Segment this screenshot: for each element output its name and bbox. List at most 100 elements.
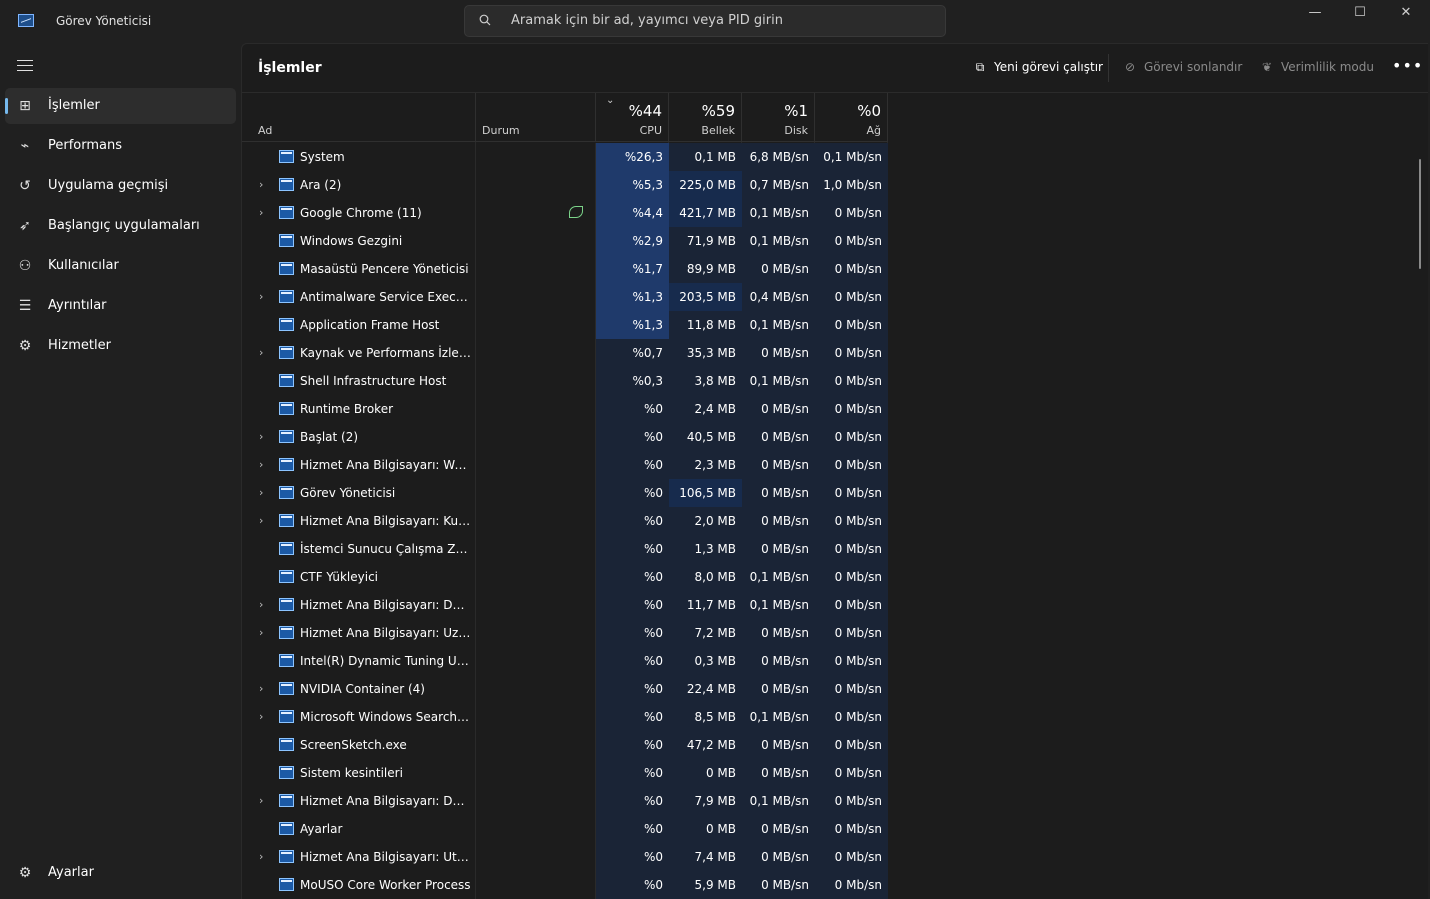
more-options-button[interactable]: •••: [1392, 56, 1423, 75]
column-header-status[interactable]: Durum: [476, 93, 596, 142]
maximize-button[interactable]: ☐: [1337, 0, 1383, 28]
table-row[interactable]: › Hizmet Ana Bilgisayarı: Kullanı... %02,0…: [242, 507, 888, 535]
table-row[interactable]: ScreenSketch.exe %0 47,2 MB 0 MB/sn 0 Mb/sn: [242, 731, 888, 759]
table-row[interactable]: › Ara (2) %5,3 225,0 MB 0,7 MB/sn 1,0 Mb/sn: [242, 171, 888, 199]
close-button[interactable]: ✕: [1383, 0, 1429, 28]
process-icon: [279, 290, 294, 303]
expand-chevron-icon[interactable]: ›: [259, 423, 263, 451]
expand-chevron-icon[interactable]: ›: [259, 171, 263, 199]
process-icon: [279, 626, 294, 639]
sidebar-item-processes[interactable]: ⊞ İşlemler: [5, 88, 236, 124]
column-header-disk[interactable]: %1 Disk: [742, 93, 815, 142]
network-cell: 0,1 Mb/sn: [815, 143, 888, 171]
process-icon: [279, 682, 294, 695]
network-cell: 0 Mb/sn: [815, 591, 888, 619]
column-header-memory[interactable]: %59 Bellek: [669, 93, 742, 142]
expand-chevron-icon[interactable]: ›: [259, 479, 263, 507]
table-row[interactable]: İstemci Sunucu Çalışma Zama...%01,3 MB0 …: [242, 535, 888, 563]
column-header-network[interactable]: %0 Ağ: [815, 93, 888, 142]
memory-cell: 8,5 MB: [669, 703, 742, 731]
memory-cell: 0 MB: [669, 759, 742, 787]
sidebar-item-settings[interactable]: ⚙ Ayarlar: [5, 855, 236, 891]
table-row[interactable]: › Başlat (2) %0 40,5 MB 0 MB/sn 0 Mb/sn: [242, 423, 888, 451]
network-cell: 0 Mb/sn: [815, 507, 888, 535]
table-row[interactable]: Masaüstü Pencere Yöneticisi %1,7 89,9 MB 0 …: [242, 255, 888, 283]
network-cell: 0 Mb/sn: [815, 787, 888, 815]
cpu-cell: %0: [596, 703, 669, 731]
column-header-name[interactable]: Ad: [242, 93, 476, 142]
memory-cell: 2,4 MB: [669, 395, 742, 423]
efficiency-mode-button[interactable]: ❦ Verimlilik modu: [1259, 60, 1374, 74]
network-cell: 0 Mb/sn: [815, 843, 888, 871]
table-row[interactable]: › Hizmet Ana Bilgisayarı: UtcSvc %0 7,4 MB 0…: [242, 843, 888, 871]
table-row[interactable]: › NVIDIA Container (4) %0 22,4 MB 0 MB/sn 0 M…: [242, 675, 888, 703]
table-row[interactable]: › Hizmet Ana Bilgisayarı: DCOM... %07,9 MB…: [242, 787, 888, 815]
process-icon: [279, 598, 294, 611]
sidebar-item-performance[interactable]: ⌁ Performans: [5, 128, 236, 164]
search-input[interactable]: Aramak için bir ad, yayımcı veya PID gir…: [464, 5, 946, 37]
sidebar-item-history[interactable]: ↺ Uygulama geçmişi: [5, 168, 236, 204]
table-row[interactable]: › Hizmet Ana Bilgisayarı: Duru... %0 11,7 M…: [242, 591, 888, 619]
status-cell: [476, 339, 596, 367]
expand-chevron-icon[interactable]: ›: [259, 339, 263, 367]
sidebar-item-details[interactable]: ☰ Ayrıntılar: [5, 288, 236, 324]
disk-cell: 0 MB/sn: [742, 647, 815, 675]
expand-chevron-icon[interactable]: ›: [259, 675, 263, 703]
expand-chevron-icon[interactable]: ›: [259, 199, 263, 227]
process-icon: [279, 178, 294, 191]
table-row[interactable]: Runtime Broker %0 2,4 MB 0 MB/sn 0 Mb/sn: [242, 395, 888, 423]
table-row[interactable]: › Kaynak ve Performans İzleyicisi %0,7 35,3…: [242, 339, 888, 367]
status-cell: [476, 871, 596, 899]
table-row[interactable]: CTF Yükleyici %0 8,0 MB 0,1 MB/sn 0 Mb/sn: [242, 563, 888, 591]
table-row[interactable]: › Microsoft Windows Search Diz... %08,5 MB…: [242, 703, 888, 731]
end-task-button[interactable]: ⊘ Görevi sonlandır: [1122, 60, 1242, 74]
expand-chevron-icon[interactable]: ›: [259, 787, 263, 815]
table-row[interactable]: › Hizmet Ana Bilgisayarı: Uzakta... %07,2 …: [242, 619, 888, 647]
status-cell: [476, 619, 596, 647]
table-row[interactable]: Ayarlar %0 0 MB 0 MB/sn 0 Mb/sn: [242, 815, 888, 843]
table-row[interactable]: › Hizmet Ana Bilgisayarı: Web H... %02,3 M…: [242, 451, 888, 479]
toolbar-divider: [1108, 54, 1109, 82]
status-cell: [476, 451, 596, 479]
table-row[interactable]: Shell Infrastructure Host %0,3 3,8 MB 0,1 M…: [242, 367, 888, 395]
expand-chevron-icon[interactable]: ›: [259, 451, 263, 479]
process-name-cell: CTF Yükleyici: [242, 563, 476, 591]
column-header-cpu[interactable]: ⌄ %44 CPU: [596, 93, 669, 142]
sidebar-item-services[interactable]: ⚙ Hizmetler: [5, 328, 236, 364]
hamburger-menu-icon[interactable]: [17, 60, 33, 75]
expand-chevron-icon[interactable]: ›: [259, 507, 263, 535]
process-name-cell: ScreenSketch.exe: [242, 731, 476, 759]
table-row[interactable]: › Google Chrome (11) %4,4 421,7 MB 0,1 MB/sn…: [242, 199, 888, 227]
table-row[interactable]: System %26,3 0,1 MB 6,8 MB/sn 0,1 Mb/sn: [242, 143, 888, 171]
cpu-cell: %0: [596, 647, 669, 675]
expand-chevron-icon[interactable]: ›: [259, 703, 263, 731]
vertical-scrollbar[interactable]: [1419, 159, 1421, 269]
process-name: İstemci Sunucu Çalışma Zama...: [300, 542, 472, 556]
run-task-icon: ⧉: [975, 60, 985, 74]
minimize-button[interactable]: —: [1292, 0, 1338, 28]
cpu-cell: %0: [596, 871, 669, 899]
sidebar-item-startup[interactable]: ➶ Başlangıç uygulamaları: [5, 208, 236, 244]
table-row[interactable]: MoUSO Core Worker Process %0 5,9 MB 0 MB/sn…: [242, 871, 888, 899]
cpu-cell: %0: [596, 843, 669, 871]
memory-cell: 3,8 MB: [669, 367, 742, 395]
page-title: İşlemler: [258, 60, 322, 76]
efficiency-mode-label: Verimlilik modu: [1281, 60, 1374, 74]
table-row[interactable]: Windows Gezgini %2,9 71,9 MB 0,1 MB/sn 0 Mb/…: [242, 227, 888, 255]
expand-chevron-icon[interactable]: ›: [259, 591, 263, 619]
sidebar-item-users[interactable]: ⚇ Kullanıcılar: [5, 248, 236, 284]
table-row[interactable]: › Antimalware Service Executable %1,3203,5…: [242, 283, 888, 311]
cpu-cell: %0: [596, 423, 669, 451]
table-row[interactable]: › Görev Yöneticisi %0 106,5 MB 0 MB/sn 0 Mb/s…: [242, 479, 888, 507]
table-row[interactable]: Intel(R) Dynamic Tuning Utilit... %0 0,3 M…: [242, 647, 888, 675]
network-cell: 0 Mb/sn: [815, 759, 888, 787]
memory-cell: 11,7 MB: [669, 591, 742, 619]
expand-chevron-icon[interactable]: ›: [259, 619, 263, 647]
cpu-cell: %0: [596, 675, 669, 703]
expand-chevron-icon[interactable]: ›: [259, 283, 263, 311]
network-cell: 0 Mb/sn: [815, 283, 888, 311]
table-row[interactable]: Application Frame Host %1,3 11,8 MB 0,1 MB/…: [242, 311, 888, 339]
expand-chevron-icon[interactable]: ›: [259, 843, 263, 871]
table-row[interactable]: Sistem kesintileri %0 0 MB 0 MB/sn 0 Mb/sn: [242, 759, 888, 787]
run-new-task-button[interactable]: ⧉ Yeni görevi çalıştır: [972, 60, 1103, 75]
